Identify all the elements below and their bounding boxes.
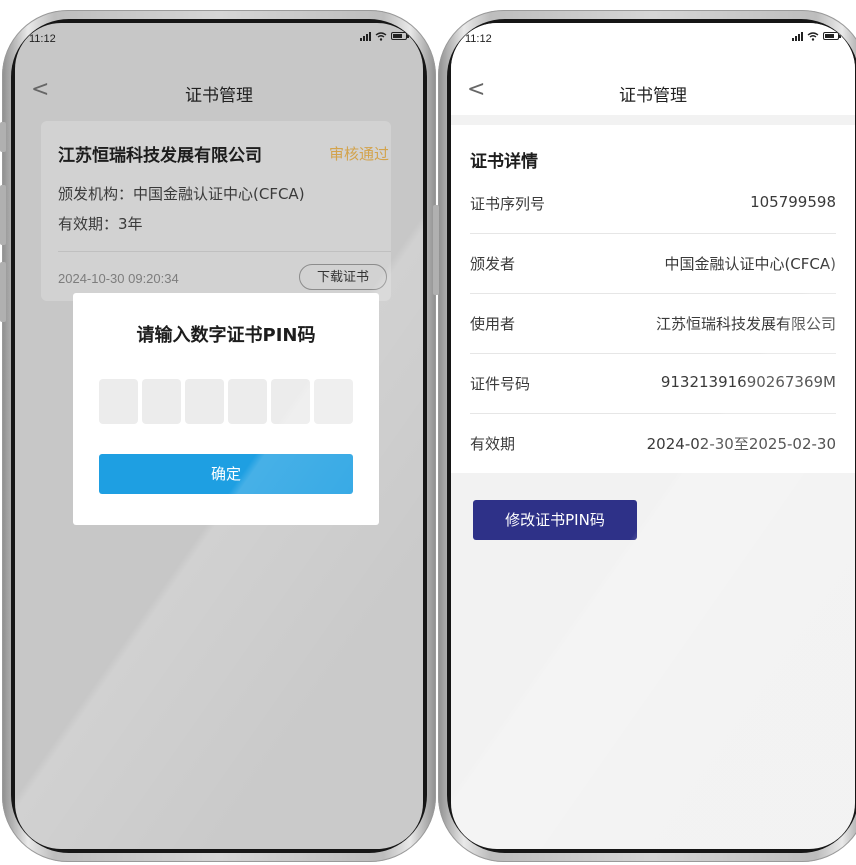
- detail-value: 中国金融认证中心(CFCA): [664, 255, 836, 273]
- pin-digit-box[interactable]: [99, 379, 138, 424]
- status-icons: [360, 31, 409, 41]
- wifi-icon: [375, 31, 387, 41]
- status-icons: [792, 31, 841, 41]
- certificate-details: 证书详情 证书序列号 105799598 颁发者 中国金融认证中心(CFCA) …: [451, 125, 855, 473]
- card-divider: [58, 251, 391, 252]
- detail-key: 有效期: [470, 435, 516, 453]
- issuer-line: 颁发机构：中国金融认证中心(CFCA): [58, 185, 305, 203]
- screen-left: 11:12 < 证书管理 江苏恒瑞科技发展有限公司 审核通过 颁发机构：中国金融…: [15, 23, 423, 849]
- phone-frame-right: 11:12 < 证书管理 证书详情 证书序列号 105799598 颁发者 中国…: [438, 10, 856, 862]
- detail-key: 证书序列号: [470, 195, 546, 213]
- pin-digit-box[interactable]: [185, 379, 224, 424]
- status-bar: 11:12: [451, 23, 855, 53]
- detail-key: 使用者: [470, 315, 516, 333]
- status-bar: 11:12: [15, 23, 423, 53]
- detail-row-issuer: 颁发者 中国金融认证中心(CFCA): [470, 233, 836, 294]
- detail-row-serial: 证书序列号 105799598: [470, 173, 836, 234]
- certificate-card[interactable]: 江苏恒瑞科技发展有限公司 审核通过 颁发机构：中国金融认证中心(CFCA) 有效…: [41, 121, 391, 301]
- pin-digit-box[interactable]: [314, 379, 353, 424]
- pin-input[interactable]: [99, 379, 353, 424]
- validity-line: 有效期：3年: [58, 215, 143, 233]
- pin-digit-box[interactable]: [142, 379, 181, 424]
- detail-row-subject: 使用者 江苏恒瑞科技发展有限公司: [470, 293, 836, 354]
- screen-right: 11:12 < 证书管理 证书详情 证书序列号 105799598 颁发者 中国…: [451, 23, 855, 849]
- phone-side-button: [0, 185, 6, 245]
- pin-dialog: 请输入数字证书PIN码 确定: [73, 293, 379, 525]
- battery-icon: [823, 32, 841, 40]
- page-title: 证书管理: [185, 86, 253, 106]
- detail-row-id-number: 证件号码 91321391690267369M: [470, 353, 836, 414]
- phone-side-button: [0, 122, 6, 152]
- pin-digit-box[interactable]: [228, 379, 267, 424]
- page-title: 证书管理: [619, 86, 687, 106]
- detail-key: 颁发者: [470, 255, 516, 273]
- signal-icon: [792, 31, 803, 41]
- detail-key: 证件号码: [470, 375, 531, 393]
- pin-digit-box[interactable]: [271, 379, 310, 424]
- status-badge: 审核通过: [328, 145, 389, 163]
- nav-bar: < 证书管理: [15, 75, 423, 115]
- phone-side-button: [0, 262, 6, 322]
- detail-row-validity: 有效期 2024-02-30至2025-02-30: [470, 413, 836, 473]
- battery-icon: [391, 32, 409, 40]
- phone-frame-left: 11:12 < 证书管理 江苏恒瑞科技发展有限公司 审核通过 颁发机构：中国金融…: [2, 10, 436, 862]
- wifi-icon: [807, 31, 819, 41]
- detail-value: 2024-02-30至2025-02-30: [646, 435, 836, 453]
- detail-value: 91321391690267369M: [660, 373, 836, 391]
- dialog-title: 请输入数字证书PIN码: [136, 325, 316, 346]
- phone-side-button: [433, 205, 439, 295]
- company-name: 江苏恒瑞科技发展有限公司: [58, 146, 262, 166]
- signal-icon: [360, 31, 371, 41]
- confirm-button[interactable]: 确定: [99, 454, 353, 494]
- issue-datetime: 2024-10-30 09:20:34: [58, 271, 179, 286]
- edit-pin-button[interactable]: 修改证书PIN码: [473, 500, 637, 540]
- detail-value: 105799598: [750, 193, 836, 211]
- nav-bar: < 证书管理: [451, 75, 855, 115]
- download-certificate-button[interactable]: 下载证书: [299, 264, 387, 290]
- status-time: 11:12: [465, 33, 492, 45]
- detail-value: 江苏恒瑞科技发展有限公司: [655, 315, 836, 333]
- status-time: 11:12: [29, 33, 56, 45]
- section-title: 证书详情: [470, 152, 538, 172]
